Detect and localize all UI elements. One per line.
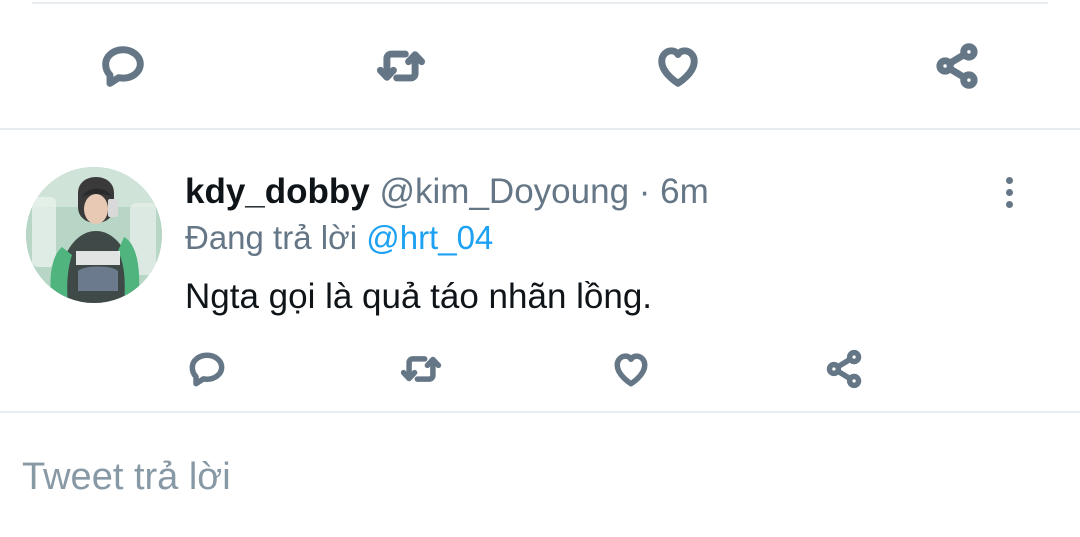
replying-to-line: Đang trả lời @hrt_04: [185, 216, 493, 260]
display-name[interactable]: kdy_dobby: [185, 172, 370, 211]
timestamp[interactable]: 6m: [660, 172, 709, 211]
vertical-ellipsis-icon: [1005, 176, 1013, 184]
reply-button[interactable]: [93, 36, 153, 96]
tweet-text: Ngta gọi là quả táo nhãn lồng.: [185, 277, 653, 316]
like-icon: [658, 47, 698, 87]
replying-to-mention[interactable]: @hrt_04: [366, 219, 493, 256]
like-button[interactable]: [648, 36, 708, 96]
retweet-icon: [400, 356, 442, 382]
replying-to-label: Đang trả lời: [185, 219, 358, 256]
separator-dot: ·: [638, 172, 651, 211]
like-button[interactable]: [604, 342, 658, 396]
reply-icon: [102, 46, 144, 87]
reply-icon: [189, 352, 225, 387]
reply-button[interactable]: [180, 342, 234, 396]
share-icon: [826, 349, 862, 389]
share-button[interactable]: [927, 36, 987, 96]
share-button[interactable]: [817, 342, 871, 396]
main-tweet-action-bar: [0, 36, 1080, 96]
divider: [0, 128, 1080, 130]
top-divider: [32, 2, 1048, 4]
retweet-button[interactable]: [371, 36, 431, 96]
reply-tweet-action-bar: [0, 342, 1080, 396]
retweet-icon: [376, 50, 426, 82]
ellipsis-dot: [1005, 200, 1013, 208]
tweet-header: kdy_dobby @kim_Doyoung · 6m: [185, 170, 709, 214]
avatar[interactable]: [26, 167, 162, 303]
avatar-photo: [26, 167, 162, 303]
like-icon: [614, 353, 648, 387]
share-icon: [936, 43, 978, 89]
more-options-button[interactable]: [990, 170, 1028, 214]
user-handle[interactable]: @kim_Doyoung: [380, 172, 630, 211]
divider: [0, 411, 1080, 413]
ellipsis-dot: [1005, 188, 1013, 196]
reply-composer-input[interactable]: Tweet trả lời: [22, 452, 231, 502]
retweet-button[interactable]: [394, 342, 448, 396]
